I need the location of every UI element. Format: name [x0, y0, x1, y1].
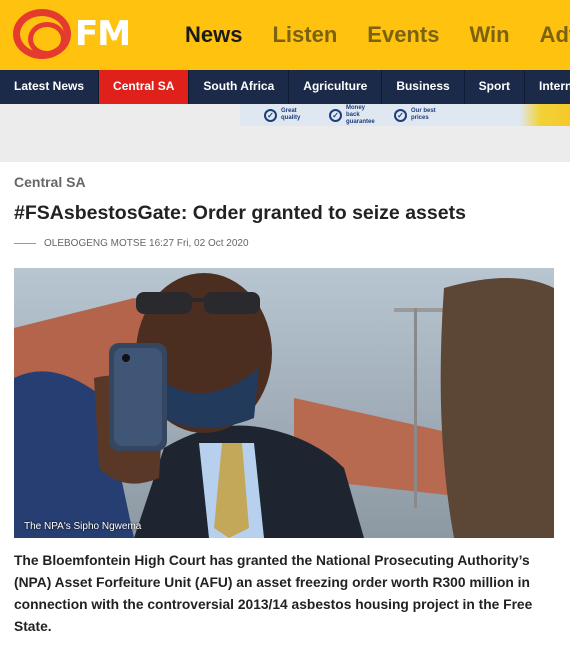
ad-feature-label: Our best prices	[411, 108, 436, 121]
subnav-south-africa[interactable]: South Africa	[189, 70, 290, 104]
subnav-latest-news[interactable]: Latest News	[0, 70, 100, 104]
nav-listen[interactable]: Listen	[272, 22, 337, 48]
nav-win[interactable]: Win	[469, 22, 509, 48]
photo-illustration	[14, 268, 554, 538]
article-byline: OLEBOGENG MOTSE 16:27 Fri, 02 Oct 2020	[14, 238, 249, 249]
photo-caption: The NPA's Sipho Ngwema	[24, 521, 142, 532]
byline-divider	[14, 243, 36, 244]
article-card: Central SA #FSAsbestosGate: Order grante…	[0, 162, 570, 658]
ad-feature-label: Money back guarantee	[346, 104, 375, 125]
article-date: Fri, 02 Oct 2020	[176, 238, 249, 249]
ad-feature-label: Great quality	[281, 108, 301, 121]
subnav-international[interactable]: Intern	[525, 70, 570, 104]
ad-product-image	[520, 104, 570, 126]
subnav-business[interactable]: Business	[382, 70, 465, 104]
logo-o-mark	[13, 9, 71, 59]
check-icon: ✓	[264, 108, 277, 122]
nav-events[interactable]: Events	[367, 22, 439, 48]
main-nav: News Listen Events Win Adv	[185, 22, 570, 48]
article-time: 16:27	[149, 238, 175, 249]
ad-feature: ✓ Our best prices	[394, 108, 445, 122]
ad-feature: ✓ Money back guarantee	[329, 105, 380, 126]
check-icon: ✓	[394, 108, 407, 122]
nav-news[interactable]: News	[185, 22, 242, 48]
subnav-sport[interactable]: Sport	[465, 70, 526, 104]
article-photo: The NPA's Sipho Ngwema	[14, 268, 554, 538]
ad-feature: ✓ Great quality	[264, 108, 315, 122]
article-category[interactable]: Central SA	[14, 174, 86, 190]
subnav-central-sa[interactable]: Central SA	[99, 70, 190, 104]
site-header: FM News Listen Events Win Adv	[0, 0, 570, 70]
nav-adv[interactable]: Adv	[540, 22, 570, 48]
article-title: #FSAsbestosGate: Order granted to seize …	[14, 202, 466, 224]
section-nav: Latest News Central SA South Africa Agri…	[0, 70, 570, 104]
article-lede: The Bloemfontein High Court has granted …	[14, 553, 533, 634]
logo-fm-text: FM	[75, 14, 131, 54]
check-icon: ✓	[329, 108, 342, 122]
ofm-logo[interactable]: FM	[13, 9, 143, 59]
advertisement-banner[interactable]: ✓ Great quality ✓ Money back guarantee ✓…	[240, 104, 570, 126]
article-author[interactable]: OLEBOGENG MOTSE	[44, 238, 146, 249]
subnav-agriculture[interactable]: Agriculture	[289, 70, 383, 104]
